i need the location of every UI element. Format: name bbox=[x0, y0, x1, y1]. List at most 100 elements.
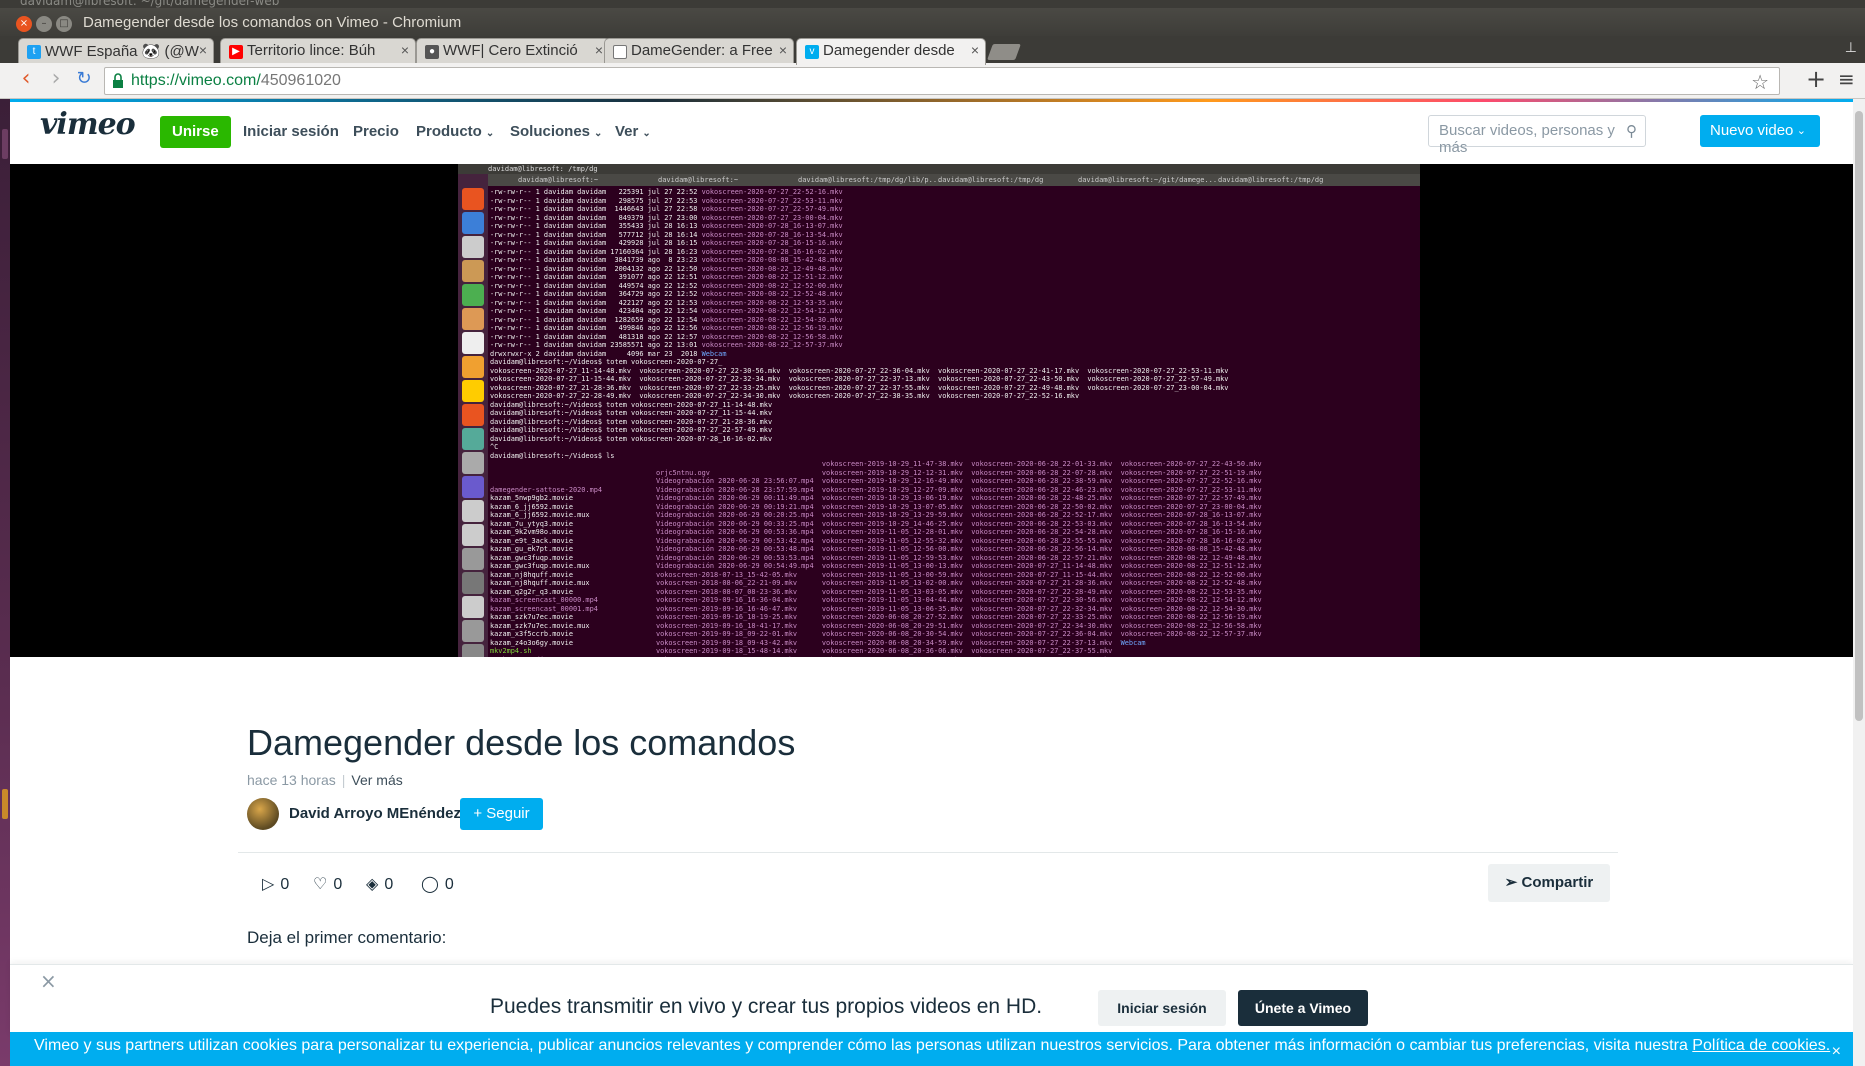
term-line: davidam@libresoft:~/Videos$ ls bbox=[490, 451, 615, 460]
nav-watch[interactable]: Ver ⌄ bbox=[615, 123, 651, 140]
term-ls-cell: vokoscreen-2019-09-18_09-43-42.mkv bbox=[655, 638, 822, 647]
send-icon: ➢ bbox=[1504, 874, 1522, 891]
term-ls-cell: kazam_7u_ytyq3.movie bbox=[490, 519, 656, 528]
term-ls-cell: vokoscreen-2020-06-28_22-57-21.mkv bbox=[971, 553, 1121, 562]
tab-close-icon[interactable]: × bbox=[401, 42, 409, 58]
window-maximize-icon[interactable]: □ bbox=[56, 16, 72, 32]
tab-close-icon[interactable]: × bbox=[971, 42, 979, 58]
frame-launcher-icon bbox=[462, 620, 484, 642]
term-ls-cell: vokoscreen-2020-06-28_22-52-17.mkv bbox=[971, 511, 1121, 519]
term-ls-cell: Videograbación 2020-06-29 00:19:21.mp4 bbox=[655, 502, 822, 511]
close-icon[interactable]: × bbox=[40, 969, 57, 993]
term-ls-cell: vokoscreen-2020-08-22_12-52-00.mkv bbox=[1120, 570, 1262, 579]
term-ls-cell: vokoscreen-2019-09-16_18-19-25.mkv bbox=[655, 613, 822, 621]
back-icon[interactable]: ‹ bbox=[14, 67, 38, 91]
window-close-icon[interactable]: × bbox=[16, 16, 32, 32]
frame-launcher-icon bbox=[462, 308, 484, 330]
term-ls-cell: kazam_q2g2r_q3.movie bbox=[490, 587, 656, 596]
tab-vimeo-active[interactable]: v Damegender desde × bbox=[796, 38, 986, 65]
window-minimize-icon[interactable]: – bbox=[36, 16, 52, 32]
term-ls-cell: vokoscreen-2019-09-16_18-41-17.mkv bbox=[655, 621, 822, 630]
frame-launcher-icon bbox=[462, 188, 484, 210]
nav-product[interactable]: Producto ⌄ bbox=[416, 123, 494, 140]
term-ls-cell: vokoscreen-2020-07-27_22-30-56.mkv bbox=[971, 596, 1121, 604]
page-scrollbar[interactable] bbox=[1853, 99, 1865, 1066]
term-perm: -rw-rw-r-- 1 davidam davidam 364729 ago … bbox=[490, 290, 702, 298]
frame-launcher-icon bbox=[462, 524, 484, 546]
follow-button[interactable]: + Seguir bbox=[460, 798, 543, 830]
search-input[interactable]: Buscar videos, personas y más ⚲ bbox=[1428, 115, 1646, 156]
term-ls-cell: Videograbación 2020-06-29 00:53:42.mp4 bbox=[655, 536, 822, 545]
term-ls-cell: vokoscreen-2020-07-27_22-51-19.mkv bbox=[1120, 468, 1262, 477]
chrome-menu-icon[interactable]: ≡ bbox=[1838, 67, 1855, 91]
term-perm: -rw-rw-r-- 1 davidam davidam 499846 ago … bbox=[490, 324, 702, 332]
extension-plus-icon[interactable]: + bbox=[1806, 65, 1826, 93]
vimeo-logo[interactable]: vimeo bbox=[40, 107, 136, 142]
close-icon[interactable]: × bbox=[1832, 1038, 1841, 1065]
term-file: vokoscreen-2020-08-22_12-52-48.mkv bbox=[701, 290, 843, 298]
tab-wwf-cero[interactable]: ● WWF| Cero Extinció × bbox=[416, 38, 610, 64]
nav-solutions[interactable]: Soluciones ⌄ bbox=[510, 123, 602, 140]
term-ls-cell: vokoscreen-2020-06-08_20-37-14.mkv bbox=[822, 656, 971, 658]
term-ls-cell bbox=[490, 469, 656, 477]
video-player[interactable]: davidam@libresoft: /tmp/dg davidam@libre… bbox=[10, 164, 1853, 657]
join-vimeo-button[interactable]: Únete a Vimeo bbox=[1238, 990, 1368, 1026]
see-more-link[interactable]: Ver más bbox=[351, 772, 402, 788]
tab-close-icon[interactable]: × bbox=[199, 42, 207, 58]
video-title: Damegender desde los comandos bbox=[247, 722, 796, 763]
comments-count[interactable]: ◯ 0 bbox=[421, 874, 454, 894]
share-button[interactable]: ➢ Compartir bbox=[1488, 864, 1610, 902]
video-meta: hace 13 horas | Ver más bbox=[247, 772, 403, 788]
term-ls-cell: vokoscreen-2020-07-27_22-53-11.mkv bbox=[1120, 485, 1262, 494]
tab-twitter-wwf[interactable]: t WWF España 🐼 (@W × bbox=[18, 38, 214, 64]
search-icon[interactable]: ⚲ bbox=[1626, 122, 1637, 140]
term-perm: -rw-rw-r-- 1 davidam davidam 1446643 jul… bbox=[490, 205, 702, 213]
term-line: ^C bbox=[490, 443, 499, 451]
avatar[interactable] bbox=[247, 798, 279, 830]
frame-launcher-icon bbox=[462, 572, 484, 594]
tab-close-icon[interactable]: × bbox=[779, 42, 787, 58]
nav-price[interactable]: Precio bbox=[353, 123, 399, 140]
bookmark-star-icon[interactable]: ☆ bbox=[1751, 70, 1769, 95]
term-ls-cell bbox=[490, 460, 656, 468]
term-perm: -rw-rw-r-- 1 davidam davidam 3841739 ago… bbox=[490, 256, 702, 264]
term-ls-cell: vokoscreen-2019-10-29_13-06-19.mkv bbox=[821, 494, 972, 502]
term-ls-cell: vokoscreen-2019-10-29_13-07-05.mkv bbox=[821, 502, 972, 511]
tab-close-icon[interactable]: × bbox=[595, 42, 603, 58]
author-name[interactable]: David Arroyo MEnéndez bbox=[289, 805, 461, 822]
term-ls-cell: vokoscreen-2020-06-08_20-34-59.mkv bbox=[821, 638, 972, 647]
term-file: vokoscreen-2020-08-22_12-56-19.mkv bbox=[701, 324, 843, 332]
tab-youtube-lince[interactable]: ▶ Territorio lince: Búh × bbox=[220, 38, 416, 64]
plays-count[interactable]: ▷ 0 bbox=[262, 874, 289, 894]
new-video-button[interactable]: Nuevo video ⌄ bbox=[1700, 115, 1820, 147]
term-line: davidam@libresoft:~/Videos$ totem vokosc… bbox=[490, 434, 773, 443]
term-ls-cell: vokoscreen-2020-06-08_20-27-52.mkv bbox=[821, 613, 972, 621]
browser-toolbar: ‹ › ↻ https://vimeo.com/450961020 ☆ + ≡ bbox=[0, 63, 1865, 99]
forward-icon[interactable]: › bbox=[44, 67, 68, 91]
term-ls-cell: vokoscreen-2019-10-29_12-12-31.mkv bbox=[821, 468, 972, 477]
profile-icon[interactable]: ⊥ bbox=[1845, 40, 1857, 56]
term-file: vokoscreen-2020-07-27_22-52-16.mkv bbox=[701, 188, 843, 196]
cookie-policy-link[interactable]: Política de cookies. bbox=[1692, 1037, 1830, 1054]
address-bar[interactable]: https://vimeo.com/450961020 ☆ bbox=[104, 67, 1780, 95]
likes-value: 0 bbox=[333, 876, 343, 893]
term-perm: -rw-rw-r-- 1 davidam davidam 849379 jul … bbox=[490, 213, 702, 222]
reload-icon[interactable]: ↻ bbox=[72, 67, 96, 91]
nav-login[interactable]: Iniciar sesión bbox=[243, 123, 339, 140]
signup-login-button[interactable]: Iniciar sesión bbox=[1098, 990, 1226, 1026]
term-perm: -rw-rw-r-- 1 davidam davidam 225391 jul … bbox=[490, 188, 702, 196]
term-ls-cell: vokoscreen-2019-10-29_11-47-38.mkv bbox=[821, 460, 972, 468]
wwf-panda-icon: ● bbox=[425, 45, 439, 59]
frame-launcher-icon bbox=[462, 284, 484, 306]
term-perm: -rw-rw-r-- 1 davidam davidam 429928 jul … bbox=[490, 239, 702, 247]
term-file: vokoscreen-2020-08-22_12-54-12.mkv bbox=[701, 307, 843, 315]
tab-damegender-doc[interactable]: DameGender: a Free × bbox=[604, 38, 794, 64]
new-tab-button[interactable] bbox=[987, 44, 1021, 60]
likes-count[interactable]: ♡ 0 bbox=[313, 874, 342, 894]
join-button[interactable]: Unirse bbox=[160, 116, 231, 148]
term-line: vokoscreen-2020-07-27_11-14-48.mkv vokos… bbox=[490, 366, 1229, 375]
scrollbar-thumb[interactable] bbox=[1855, 111, 1863, 721]
tab-label: WWF| Cero Extinció bbox=[443, 42, 578, 59]
frame-launcher-icon bbox=[462, 548, 484, 570]
collections-count[interactable]: ◈ 0 bbox=[366, 874, 393, 894]
